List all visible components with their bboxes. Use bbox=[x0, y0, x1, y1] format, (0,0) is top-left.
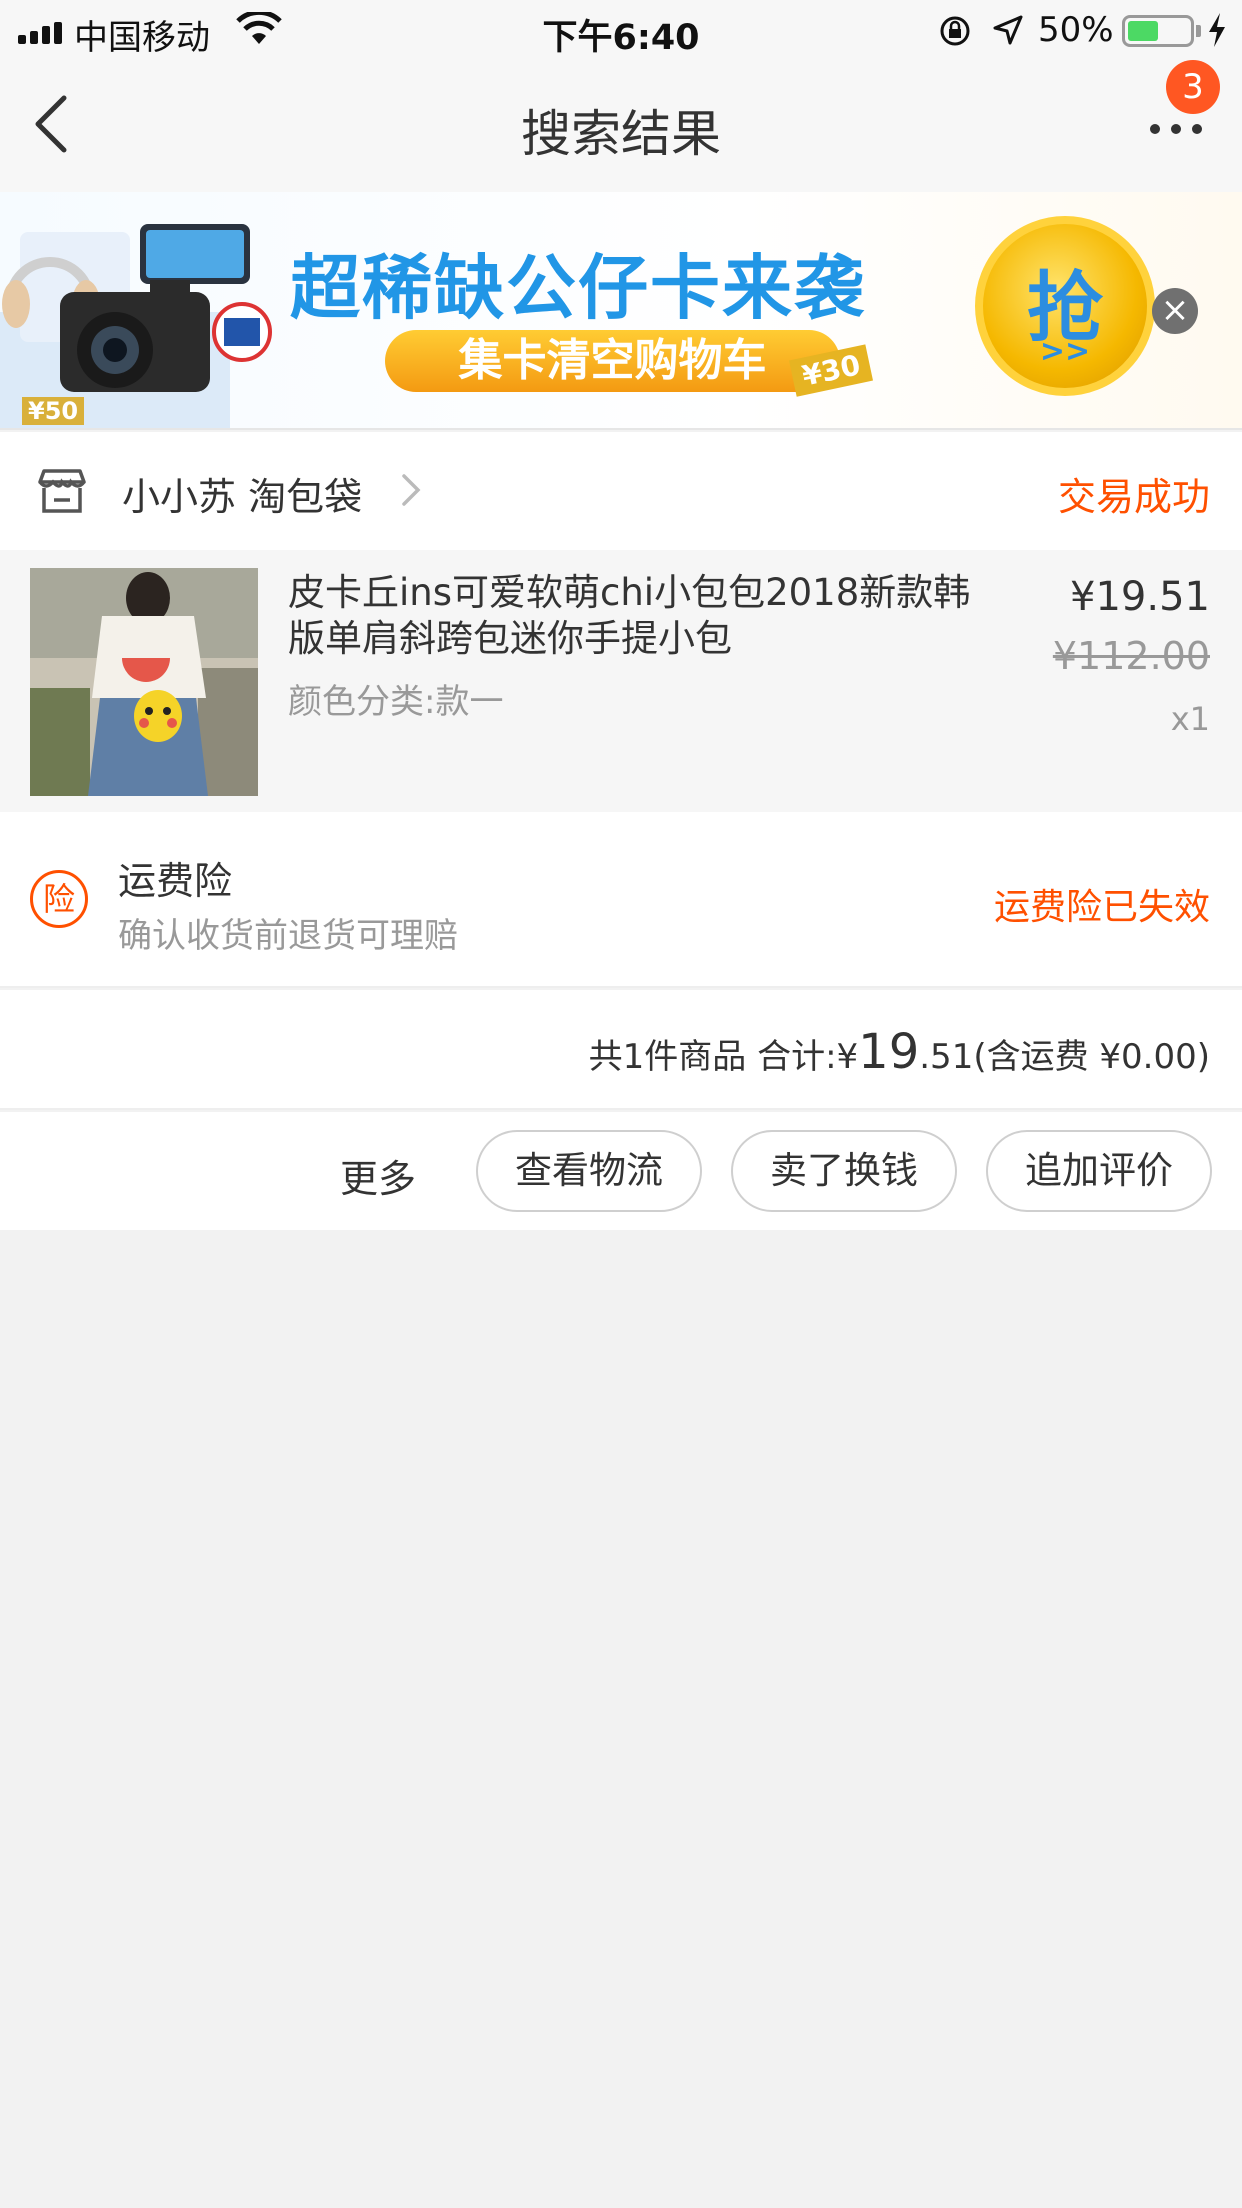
nav-bar: 搜索结果 bbox=[0, 62, 1242, 192]
battery-icon bbox=[1122, 15, 1194, 47]
banner-subline: 集卡清空购物车 bbox=[385, 330, 840, 392]
shipping-insurance[interactable]: 险 运费险 确认收货前退货可理赔 运费险已失效 bbox=[0, 812, 1242, 988]
total-line: 共1件商品 合计:¥19.51(含运费 ¥0.00) bbox=[589, 1024, 1210, 1080]
promo-banner[interactable]: ¥50 超稀缺公仔卡来袭 集卡清空购物车 ¥30 抢 >> × bbox=[0, 192, 1242, 430]
coupon-tag-small: ¥50 bbox=[22, 397, 85, 425]
insurance-status: 运费险已失效 bbox=[993, 887, 1210, 928]
product-title: 皮卡丘ins可爱软萌chi小包包2018新款韩版单肩斜跨包迷你手提小包 bbox=[288, 571, 971, 660]
total-currency: ¥ bbox=[836, 1037, 859, 1077]
product-original-price: ¥112.00 bbox=[1052, 634, 1210, 678]
product-price: ¥19.51 bbox=[1070, 574, 1210, 620]
more-dots-icon bbox=[1150, 124, 1202, 134]
item-count: 共1件商品 合计: bbox=[588, 1037, 837, 1077]
product-quantity: x1 bbox=[1170, 700, 1210, 738]
total-decimal: .51 bbox=[919, 1037, 974, 1077]
grab-button[interactable]: 抢 >> bbox=[975, 216, 1155, 396]
location-icon bbox=[993, 15, 1023, 45]
close-icon: × bbox=[1160, 290, 1190, 330]
add-review-button[interactable]: 追加评价 bbox=[986, 1130, 1212, 1212]
battery-tip bbox=[1196, 25, 1201, 37]
charging-icon bbox=[1209, 13, 1225, 47]
grab-arrows: >> bbox=[1039, 334, 1091, 369]
product-item[interactable]: 皮卡丘ins可爱软萌chi小包包2018新款韩版单肩斜跨包迷你手提小包 颜色分类… bbox=[0, 550, 1242, 812]
product-sku: 颜色分类:款一 bbox=[288, 682, 504, 722]
battery-level bbox=[1128, 21, 1158, 41]
close-banner-button[interactable]: × bbox=[1152, 288, 1198, 334]
total-integer: 19 bbox=[858, 1024, 920, 1080]
order-status: 交易成功 bbox=[1057, 475, 1210, 519]
electronics-illustration bbox=[0, 224, 272, 428]
order-actions: 更多 查看物流 卖了换钱 追加评价 bbox=[0, 1112, 1242, 1230]
back-button[interactable] bbox=[30, 92, 90, 162]
battery-percent: 50% bbox=[1038, 10, 1114, 50]
insurance-description: 确认收货前退货可理赔 bbox=[118, 916, 458, 956]
insurance-title: 运费险 bbox=[118, 859, 233, 903]
page-title: 搜索结果 bbox=[521, 105, 721, 163]
chevron-right-icon bbox=[402, 474, 421, 506]
chevron-left-icon bbox=[35, 95, 67, 153]
wifi-icon bbox=[236, 12, 282, 44]
message-badge: 3 bbox=[1166, 60, 1220, 114]
shipping-fee: (含运费 ¥0.00) bbox=[973, 1037, 1210, 1077]
view-logistics-button[interactable]: 查看物流 bbox=[476, 1130, 702, 1212]
product-image bbox=[30, 568, 258, 796]
shop-icon bbox=[38, 469, 86, 513]
shop-name: 小小苏 淘包袋 bbox=[122, 475, 363, 519]
banner-headline: 超稀缺公仔卡来袭 bbox=[290, 247, 866, 329]
signal-icon bbox=[18, 20, 62, 44]
status-bar: 中国移动 下午6:40 50% bbox=[0, 0, 1242, 62]
order-total: 共1件商品 合计:¥19.51(含运费 ¥0.00) bbox=[0, 990, 1242, 1110]
carrier-name: 中国移动 bbox=[74, 18, 210, 58]
resell-button[interactable]: 卖了换钱 bbox=[731, 1130, 957, 1212]
shop-header[interactable]: 小小苏 淘包袋 交易成功 bbox=[0, 432, 1242, 550]
rotation-lock-icon bbox=[940, 16, 970, 46]
more-actions-link[interactable]: 更多 bbox=[340, 1148, 416, 1203]
insurance-icon: 险 bbox=[30, 870, 88, 928]
